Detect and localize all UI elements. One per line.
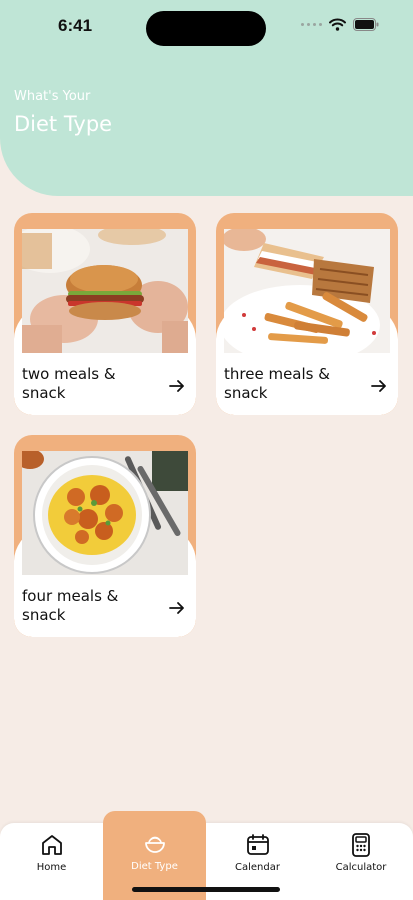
card-label: four meals & snack bbox=[22, 587, 119, 624]
arrow-right-icon[interactable] bbox=[370, 377, 388, 395]
calculator-icon bbox=[352, 833, 370, 857]
nav-label: Calculator bbox=[335, 862, 387, 873]
arrow-right-icon[interactable] bbox=[168, 377, 186, 395]
sandwich-fries-photo bbox=[224, 229, 390, 353]
card-label: two meals & snack bbox=[22, 365, 116, 402]
diet-card-four-meals[interactable]: four meals & snack bbox=[14, 435, 196, 637]
dynamic-island bbox=[146, 11, 266, 46]
nav-label: Home bbox=[36, 862, 67, 873]
status-icons bbox=[301, 18, 379, 31]
home-icon bbox=[41, 835, 62, 855]
nav-item-calculator[interactable]: Calculator bbox=[309, 823, 413, 900]
signal-dots-icon bbox=[301, 23, 322, 26]
calendar-icon bbox=[246, 834, 269, 855]
arrow-right-icon[interactable] bbox=[168, 599, 186, 617]
diet-card-two-meals[interactable]: two meals & snack bbox=[14, 213, 196, 415]
status-time: 6:41 bbox=[58, 16, 93, 35]
diet-card-three-meals[interactable]: three meals & snack bbox=[216, 213, 398, 415]
shrimp-rice-photo bbox=[22, 451, 188, 575]
nav-item-home[interactable]: Home bbox=[0, 823, 103, 900]
battery-icon bbox=[353, 18, 379, 31]
page-title: Diet Type bbox=[14, 112, 113, 136]
home-indicator[interactable] bbox=[132, 887, 280, 892]
nav-label: Diet Type bbox=[131, 861, 178, 872]
wifi-icon bbox=[329, 18, 346, 31]
card-label: three meals & snack bbox=[224, 365, 330, 402]
bowl-icon bbox=[144, 836, 165, 853]
nav-label: Calendar bbox=[235, 862, 280, 873]
burger-photo bbox=[22, 229, 188, 353]
header-subtitle: What's Your bbox=[14, 89, 91, 104]
status-bar: 6:41 bbox=[0, 0, 413, 56]
